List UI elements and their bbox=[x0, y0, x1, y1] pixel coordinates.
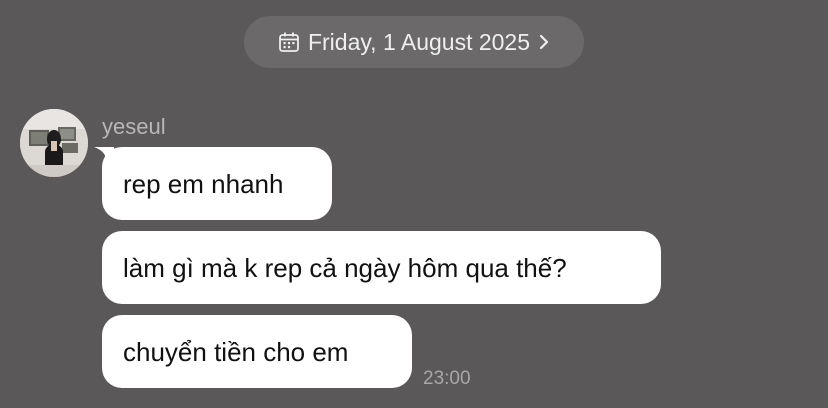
chevron-right-icon bbox=[538, 33, 550, 51]
message-timestamp: 23:00 bbox=[423, 368, 471, 389]
message-text: làm gì mà k rep cả ngày hôm qua thế? bbox=[123, 252, 567, 283]
message-bubble[interactable]: làm gì mà k rep cả ngày hôm qua thế? bbox=[102, 231, 661, 304]
calendar-icon bbox=[278, 31, 300, 53]
message-text: chuyển tiền cho em bbox=[123, 336, 349, 367]
date-label: Friday, 1 August 2025 bbox=[307, 28, 531, 55]
sender-name: yeseul bbox=[102, 114, 166, 139]
message-bubble[interactable]: rep em nhanh bbox=[102, 147, 332, 220]
date-header-button[interactable]: Friday, 1 August 2025 bbox=[244, 16, 584, 68]
avatar[interactable] bbox=[20, 109, 88, 177]
message-bubble[interactable]: chuyển tiền cho em bbox=[102, 315, 412, 388]
message-text: rep em nhanh bbox=[123, 168, 284, 199]
